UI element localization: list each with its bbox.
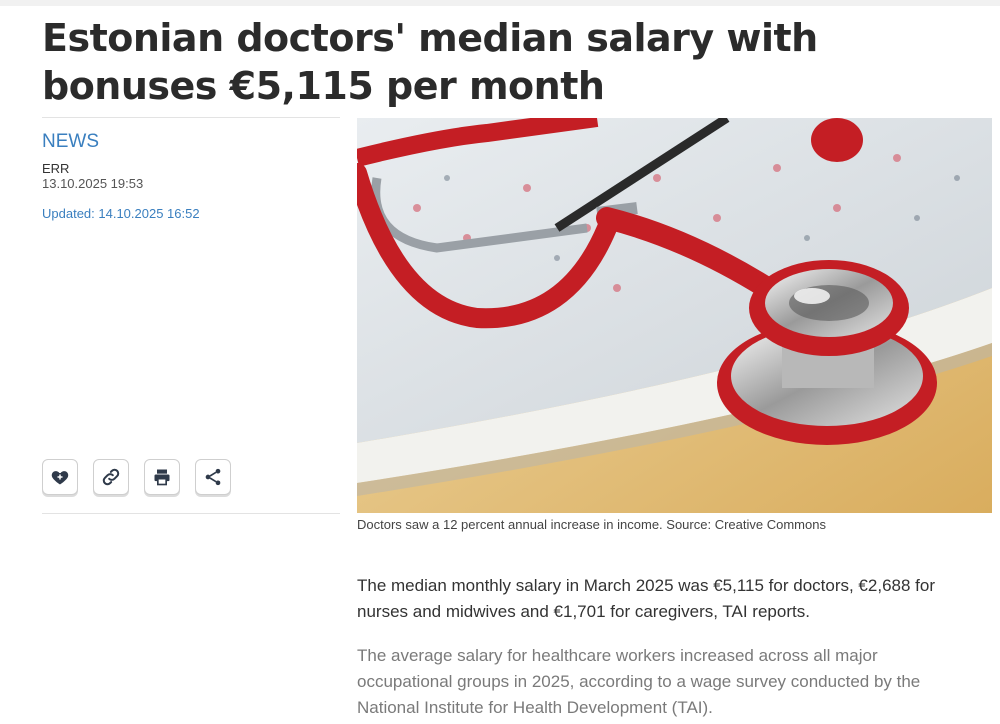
copy-link-button[interactable] bbox=[93, 459, 129, 495]
meta-divider-top bbox=[42, 117, 340, 118]
print-icon bbox=[154, 469, 170, 486]
category-link[interactable]: NEWS bbox=[42, 131, 99, 153]
print-button[interactable] bbox=[144, 459, 180, 495]
favorite-button[interactable] bbox=[42, 459, 78, 495]
article-actions bbox=[42, 459, 231, 495]
heart-icon bbox=[51, 471, 69, 485]
stethoscope-illustration bbox=[357, 118, 992, 513]
share-icon bbox=[205, 468, 221, 486]
author-name: ERR bbox=[42, 161, 70, 176]
article-paragraph: The average salary for healthcare worker… bbox=[357, 646, 921, 717]
article-image bbox=[357, 118, 992, 513]
article-title: Estonian doctors' median salary with bon… bbox=[42, 16, 818, 108]
top-bar bbox=[0, 0, 1000, 6]
publish-date: 13.10.2025 19:53 bbox=[42, 176, 144, 191]
meta-divider-bottom bbox=[42, 513, 340, 514]
share-button[interactable] bbox=[195, 459, 231, 495]
article-lead: The median monthly salary in March 2025 … bbox=[357, 576, 935, 621]
link-icon bbox=[102, 468, 120, 486]
updated-date: Updated: 14.10.2025 16:52 bbox=[42, 206, 200, 221]
image-caption: Doctors saw a 12 percent annual increase… bbox=[357, 517, 826, 532]
